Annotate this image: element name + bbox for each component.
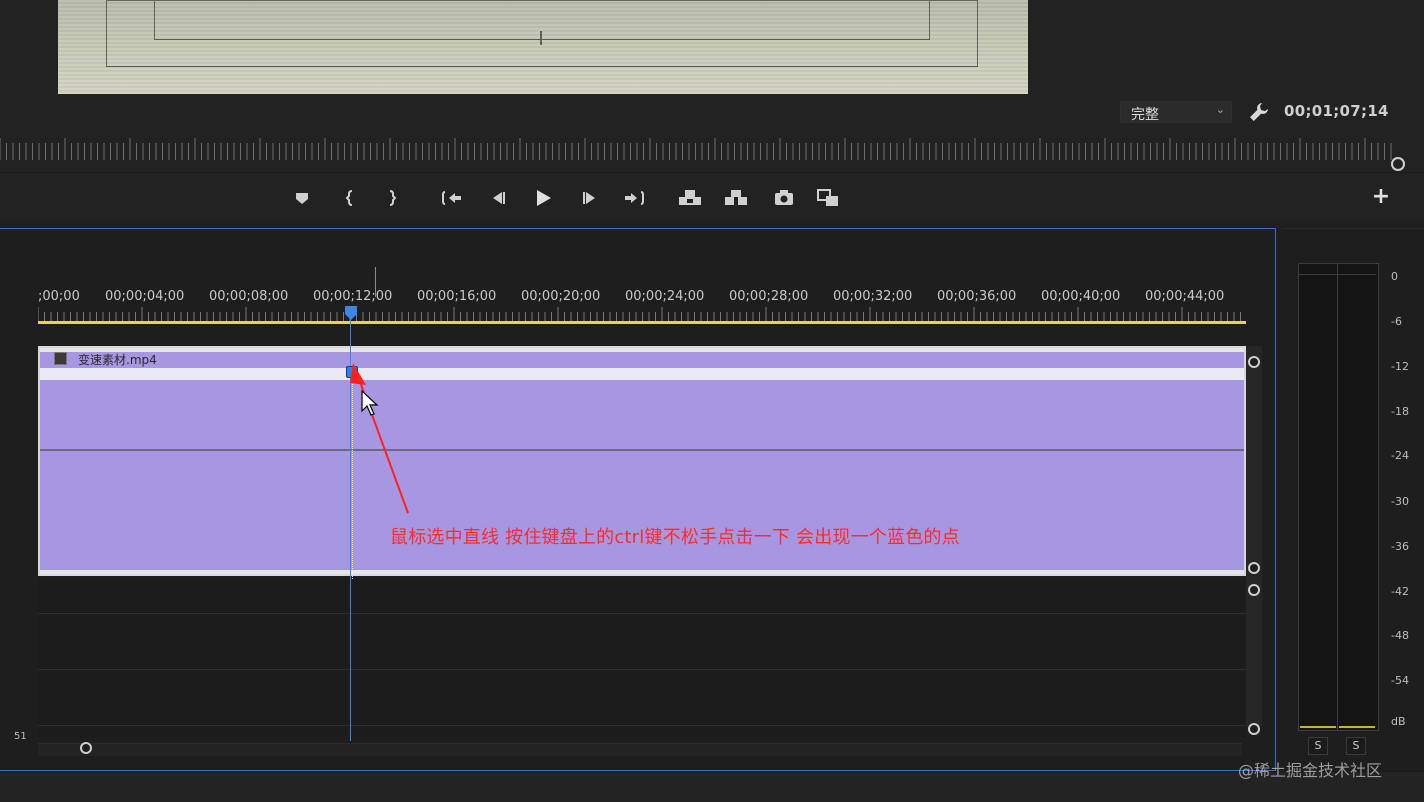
timeline-panel: ;00;00 00;00;04;00 00;00;08;00 00;00;12;…	[0, 228, 1276, 771]
mark-in-icon[interactable]	[336, 185, 364, 211]
step-forward-icon[interactable]	[576, 185, 604, 211]
ruler-label: 00;00;20;00	[521, 289, 601, 304]
timeline-horizontal-scrollbar[interactable]	[38, 743, 1242, 756]
export-frame-camera-icon[interactable]	[770, 185, 798, 211]
mark-out-icon[interactable]	[378, 185, 406, 211]
track-divider	[38, 613, 1246, 614]
mouse-cursor-icon	[361, 389, 379, 416]
audio-meter-panel: 0 -6 -12 -18 -24 -30 -36 -42 -48 -54 dB …	[1282, 228, 1424, 772]
db-label: -30	[1391, 495, 1409, 508]
horizontal-scroll-handle[interactable]	[80, 742, 92, 754]
clip-keyframe-band	[40, 368, 1244, 380]
safe-margin-inner	[154, 0, 930, 40]
go-to-in-icon[interactable]	[438, 185, 466, 211]
db-label: -48	[1391, 629, 1409, 642]
center-cross	[540, 31, 542, 45]
ruler-label: 00;00;12;00	[313, 289, 393, 304]
playback-resolution-select[interactable]: 完整 ⌄	[1120, 101, 1232, 123]
meter-channel-right	[1338, 264, 1376, 730]
db-label: dB	[1391, 715, 1406, 728]
annotation-caption: 鼠标选中直线 按住键盘上的ctrl键不松手点击一下 会出现一个蓝色的点	[390, 527, 960, 548]
peak-indicator[interactable]	[1299, 264, 1337, 275]
meter-level	[1300, 726, 1336, 728]
annotation-arrow-icon	[350, 363, 409, 514]
resolution-value: 完整	[1131, 107, 1159, 123]
track-vertical-scrollbar[interactable]	[1246, 346, 1262, 726]
transport-controls: +	[0, 172, 1424, 223]
db-label: 0	[1391, 270, 1398, 283]
monitor-zoom-handle[interactable]	[1391, 157, 1405, 171]
db-label: -12	[1391, 360, 1409, 373]
meter-channel-left	[1299, 264, 1337, 730]
status-bar	[0, 771, 1424, 802]
db-label: -24	[1391, 449, 1409, 462]
lift-icon[interactable]	[676, 185, 704, 211]
db-label: -42	[1391, 585, 1409, 598]
ruler-label: 00;00;04;00	[105, 289, 185, 304]
audio-meter	[1298, 263, 1379, 731]
step-back-icon[interactable]	[484, 185, 512, 211]
video-preview	[58, 0, 1028, 94]
timeline-time-ruler[interactable]	[38, 307, 1246, 321]
db-label: -36	[1391, 540, 1409, 553]
track-divider	[38, 669, 1246, 670]
track-number: 51	[14, 731, 27, 742]
track-divider	[38, 725, 1246, 726]
button-editor-add-button[interactable]: +	[1368, 183, 1394, 211]
db-label: -6	[1391, 315, 1402, 328]
play-icon[interactable]	[530, 185, 558, 211]
ruler-label: 00;00;32;00	[833, 289, 913, 304]
monitor-time-ruler[interactable]	[0, 138, 1394, 160]
ruler-label: 00;00;40;00	[1041, 289, 1121, 304]
peak-indicator[interactable]	[1338, 264, 1376, 275]
wrench-icon[interactable]	[1248, 101, 1270, 123]
watermark: @稀土掘金技术社区	[1238, 761, 1383, 780]
go-to-out-icon[interactable]	[620, 185, 648, 211]
clip-top-edge	[40, 348, 1244, 352]
fx-badge-icon[interactable]	[54, 352, 67, 365]
work-area-bar[interactable]	[38, 321, 1246, 324]
ruler-label: ;00;00	[38, 289, 80, 304]
ruler-label: 00;00;16;00	[417, 289, 497, 304]
clip-name: 变速素材.mp4	[78, 353, 157, 367]
clip-bottom-edge	[40, 570, 1244, 574]
db-label: -18	[1391, 405, 1409, 418]
extract-icon[interactable]	[722, 185, 750, 211]
chevron-down-icon: ⌄	[1215, 103, 1225, 116]
solo-right-button[interactable]: S	[1346, 737, 1366, 755]
meter-level	[1339, 726, 1375, 728]
scroll-handle-top[interactable]	[1248, 356, 1260, 368]
ruler-label: 00;00;28;00	[729, 289, 809, 304]
add-marker-icon[interactable]	[288, 185, 316, 211]
ruler-label: 00;00;08;00	[209, 289, 289, 304]
speed-rubber-band-line[interactable]	[40, 449, 1244, 451]
comparison-view-icon[interactable]	[814, 185, 842, 211]
ruler-label: 00;00;36;00	[937, 289, 1017, 304]
scroll-handle-top[interactable]	[1248, 584, 1260, 596]
ruler-label: 00;00;44;00	[1145, 289, 1225, 304]
safe-margin-outer	[106, 0, 978, 67]
scroll-handle-bottom[interactable]	[1248, 562, 1260, 574]
solo-left-button[interactable]: S	[1308, 737, 1328, 755]
playhead-handle[interactable]	[344, 306, 358, 320]
ruler-label: 00;00;24;00	[625, 289, 705, 304]
empty-track-area[interactable]	[38, 578, 1246, 738]
scroll-handle-bottom[interactable]	[1248, 723, 1260, 735]
db-label: -54	[1391, 674, 1409, 687]
playhead-timecode[interactable]: 00;01;07;14	[1284, 102, 1389, 120]
